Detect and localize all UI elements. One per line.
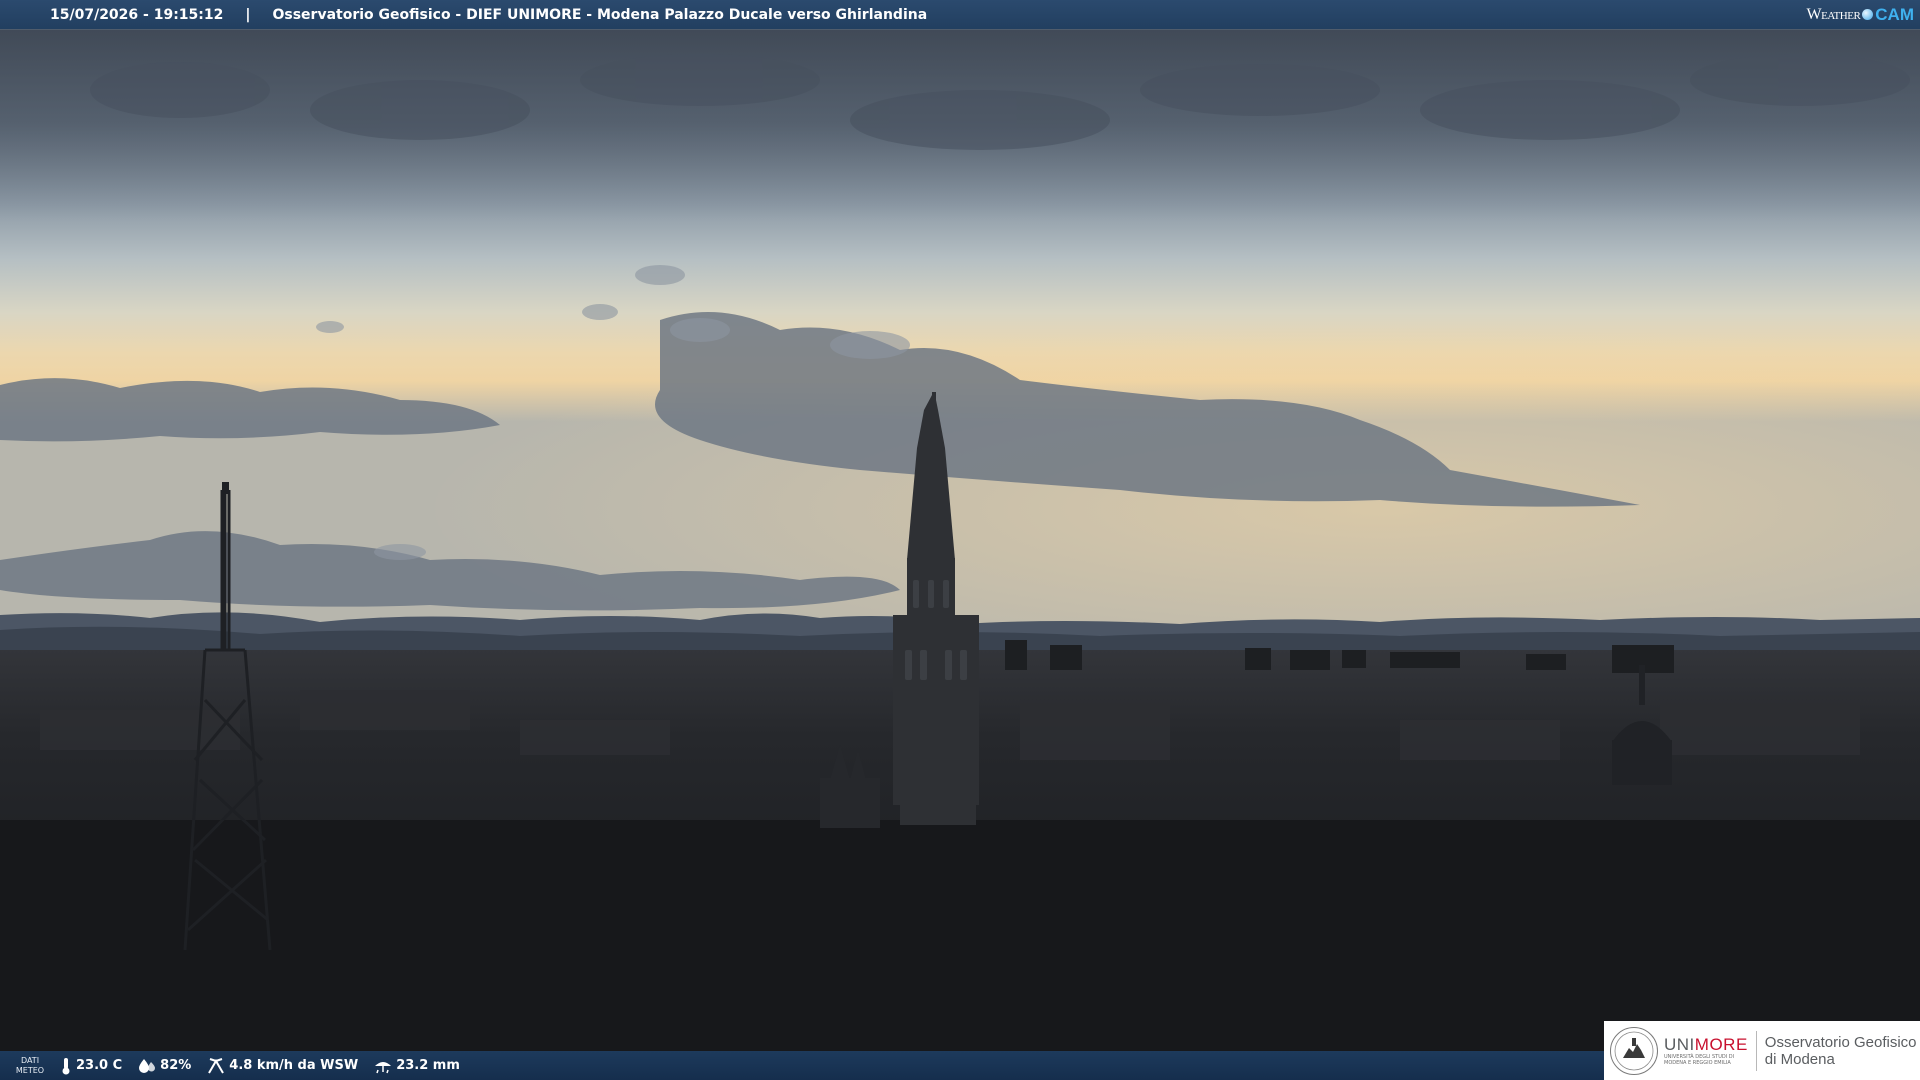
humidity-readout: 82% [138, 1058, 191, 1074]
wind-readout: 4.8 km/h da WSW [207, 1057, 358, 1075]
weather-data-label: DATI METEO [15, 1055, 45, 1075]
datetime-stamp: 15/07/2026 - 19:15:12 [50, 6, 224, 23]
unimore-logo-panel: UNIMORE UNIVERSITÀ DEGLI STUDI DI MODENA… [1604, 1021, 1920, 1080]
thermometer-icon [62, 1057, 70, 1074]
humidity-icon [139, 1058, 156, 1073]
weathercam-logo-weather: Weather [1806, 5, 1861, 23]
weathercam-logo-cam: CAM [1875, 4, 1914, 24]
webcam-view [0, 0, 1920, 1080]
observatory-name: Osservatorio Geofisico di Modena [1764, 1033, 1917, 1068]
caption-bar: 15/07/2026 - 19:15:12 | Osservatorio Geo… [0, 0, 1920, 29]
weathercam-logo: Weather CAM [1807, 2, 1914, 27]
rain-readout: 23.2 mm [374, 1058, 460, 1074]
unimore-wordmark: UNIMORE UNIVERSITÀ DEGLI STUDI DI MODENA… [1664, 1034, 1748, 1066]
caption-separator: | [245, 6, 251, 23]
unimore-seal-icon [1610, 1026, 1658, 1075]
camera-caption: Osservatorio Geofisico - DIEF UNIMORE - … [272, 6, 928, 23]
rain-icon [375, 1061, 392, 1073]
temperature-readout: 23.0 C [60, 1057, 122, 1075]
weather-data-bar: DATI METEO 23.0 C 82% 4.8 km/h da WSW 23… [0, 1051, 1604, 1080]
wind-icon [208, 1057, 225, 1074]
weathercam-dot-icon [1862, 9, 1874, 20]
logo-divider [1755, 1030, 1757, 1071]
